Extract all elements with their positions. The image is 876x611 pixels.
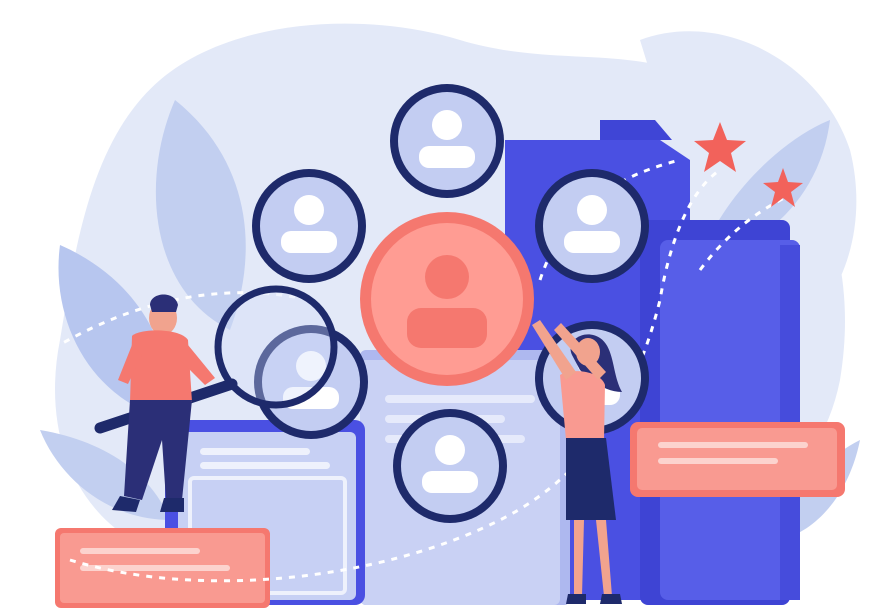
- user-avatar-icon: [422, 471, 478, 493]
- talent-search-illustration: [19, 23, 860, 608]
- document-line: [385, 395, 535, 403]
- avatar-circle-top: [390, 84, 504, 198]
- card-left-line: [200, 462, 330, 469]
- user-avatar-icon: [419, 146, 475, 168]
- user-avatar-icon: [281, 231, 337, 253]
- user-avatar-icon: [425, 255, 469, 299]
- user-avatar-icon: [407, 308, 487, 348]
- user-avatar-icon: [432, 110, 462, 140]
- coral-note-line: [658, 458, 778, 464]
- folder-page-front: [660, 240, 800, 600]
- avatar-circle-bottom: [393, 409, 507, 523]
- coral-note-line: [80, 548, 200, 554]
- coral-note-line: [80, 565, 230, 571]
- user-avatar-icon: [435, 435, 465, 465]
- avatar-circle-right: [535, 169, 649, 283]
- user-avatar-icon: [564, 231, 620, 253]
- coral-note-line: [658, 442, 808, 448]
- selected-candidate-circle: [360, 212, 534, 386]
- user-avatar-icon: [294, 195, 324, 225]
- user-avatar-icon: [577, 195, 607, 225]
- card-left-line: [200, 448, 310, 455]
- avatar-circle-left: [252, 169, 366, 283]
